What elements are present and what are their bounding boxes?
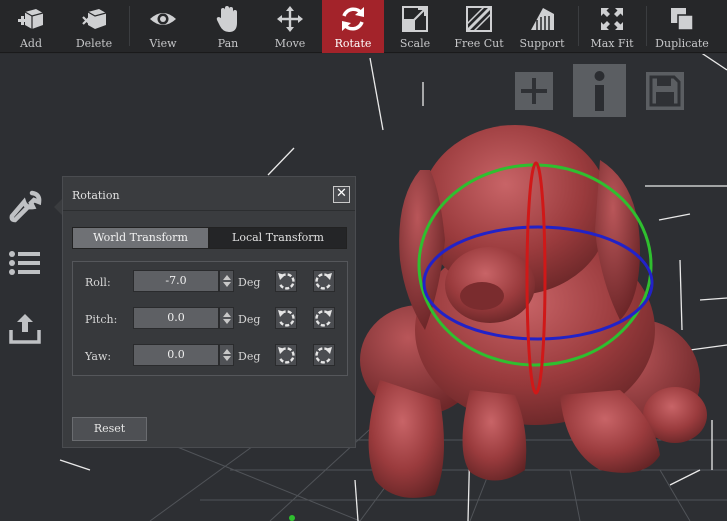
rotate-cw-icon — [315, 310, 332, 327]
wrench-icon — [9, 190, 42, 223]
delete-button[interactable]: Delete — [72, 0, 116, 53]
tab-local-transform[interactable]: Local Transform — [209, 227, 347, 249]
scale-button[interactable]: Scale — [395, 0, 435, 53]
yaw-rotate-cw-button[interactable] — [313, 344, 335, 366]
move-label: Move — [274, 37, 306, 50]
move-button[interactable]: Move — [270, 0, 310, 53]
add-cube-icon — [18, 9, 44, 29]
pitch-label: Pitch: — [85, 313, 118, 326]
roll-input[interactable]: -7.0 — [133, 270, 219, 292]
rotation-fields: Roll: -7.0 Deg Pitch: 0.0 Deg Yaw: 0.0 D… — [72, 261, 348, 376]
delete-cube-icon — [82, 9, 107, 29]
list-side-button[interactable] — [8, 250, 44, 286]
pitch-unit: Deg — [238, 313, 261, 326]
yaw-label: Yaw: — [85, 350, 112, 363]
yaw-input[interactable]: 0.0 — [133, 344, 219, 366]
tools-side-button[interactable] — [8, 190, 44, 226]
max-fit-icon — [601, 8, 623, 30]
rotate-ccw-icon — [278, 310, 295, 327]
zoom-in-button[interactable] — [515, 72, 553, 110]
3d-model[interactable] — [360, 125, 707, 498]
rotate-label: Rotate — [334, 37, 372, 50]
rotate-button[interactable]: Rotate — [322, 0, 384, 53]
info-icon — [573, 64, 626, 117]
pitch-rotate-cw-button[interactable] — [313, 307, 335, 329]
view-label: View — [149, 37, 177, 50]
upload-icon — [9, 314, 41, 344]
duplicate-label: Duplicate — [655, 37, 709, 50]
support-button[interactable]: Support — [518, 0, 566, 53]
roll-rotate-cw-button[interactable] — [313, 270, 335, 292]
pan-label: Pan — [217, 37, 239, 50]
origin-marker — [289, 515, 295, 521]
rotation-panel: Rotation ✕ World Transform Local Transfo… — [62, 176, 356, 448]
save-icon — [646, 72, 684, 110]
panel-divider — [63, 210, 355, 211]
panel-title: Rotation — [72, 189, 120, 202]
yaw-stepper[interactable] — [219, 344, 234, 366]
scale-label: Scale — [399, 37, 431, 50]
rotate-icon — [342, 7, 364, 31]
close-icon: ✕ — [336, 186, 347, 201]
rotate-ccw-icon — [278, 273, 295, 290]
reset-button[interactable]: Reset — [72, 417, 147, 441]
scale-icon — [402, 6, 428, 32]
pitch-stepper[interactable] — [219, 307, 234, 329]
yaw-rotate-ccw-button[interactable] — [275, 344, 297, 366]
info-button[interactable] — [573, 64, 626, 117]
add-button[interactable]: Add — [10, 0, 52, 53]
save-view-button[interactable] — [646, 72, 684, 110]
view-button[interactable]: View — [143, 0, 183, 53]
plus-icon — [515, 72, 553, 110]
toolbar-divider — [646, 6, 647, 46]
tab-world-transform[interactable]: World Transform — [72, 227, 209, 249]
delete-label: Delete — [75, 37, 113, 50]
rotate-ccw-icon — [278, 347, 295, 364]
duplicate-icon — [671, 8, 694, 31]
pitch-input[interactable]: 0.0 — [133, 307, 219, 329]
eye-icon — [150, 13, 176, 25]
duplicate-button[interactable]: Duplicate — [653, 0, 711, 53]
toolbar-divider — [129, 6, 130, 46]
roll-stepper[interactable] — [219, 270, 234, 292]
move-arrows-icon — [277, 6, 303, 32]
close-button[interactable]: ✕ — [333, 186, 350, 203]
add-label: Add — [19, 37, 43, 50]
support-icon — [531, 8, 554, 30]
roll-rotate-ccw-button[interactable] — [275, 270, 297, 292]
rotate-cw-icon — [315, 273, 332, 290]
max-fit-button[interactable]: Max Fit — [588, 0, 636, 53]
roll-label: Roll: — [85, 276, 111, 289]
free-cut-icon — [466, 6, 492, 32]
pitch-rotate-ccw-button[interactable] — [275, 307, 297, 329]
hand-icon — [216, 6, 237, 32]
free-cut-label: Free Cut — [454, 37, 504, 50]
free-cut-button[interactable]: Free Cut — [452, 0, 506, 53]
yaw-unit: Deg — [238, 350, 261, 363]
toolbar-divider — [578, 6, 579, 46]
export-side-button[interactable] — [8, 312, 44, 348]
pan-button[interactable]: Pan — [208, 0, 248, 53]
roll-unit: Deg — [238, 276, 261, 289]
list-icon — [9, 251, 40, 275]
support-label: Support — [519, 37, 565, 50]
rotate-cw-icon — [315, 347, 332, 364]
main-toolbar: Add Delete View Pan Move Rotate Scale Fr… — [0, 0, 727, 53]
max-fit-label: Max Fit — [590, 37, 634, 50]
